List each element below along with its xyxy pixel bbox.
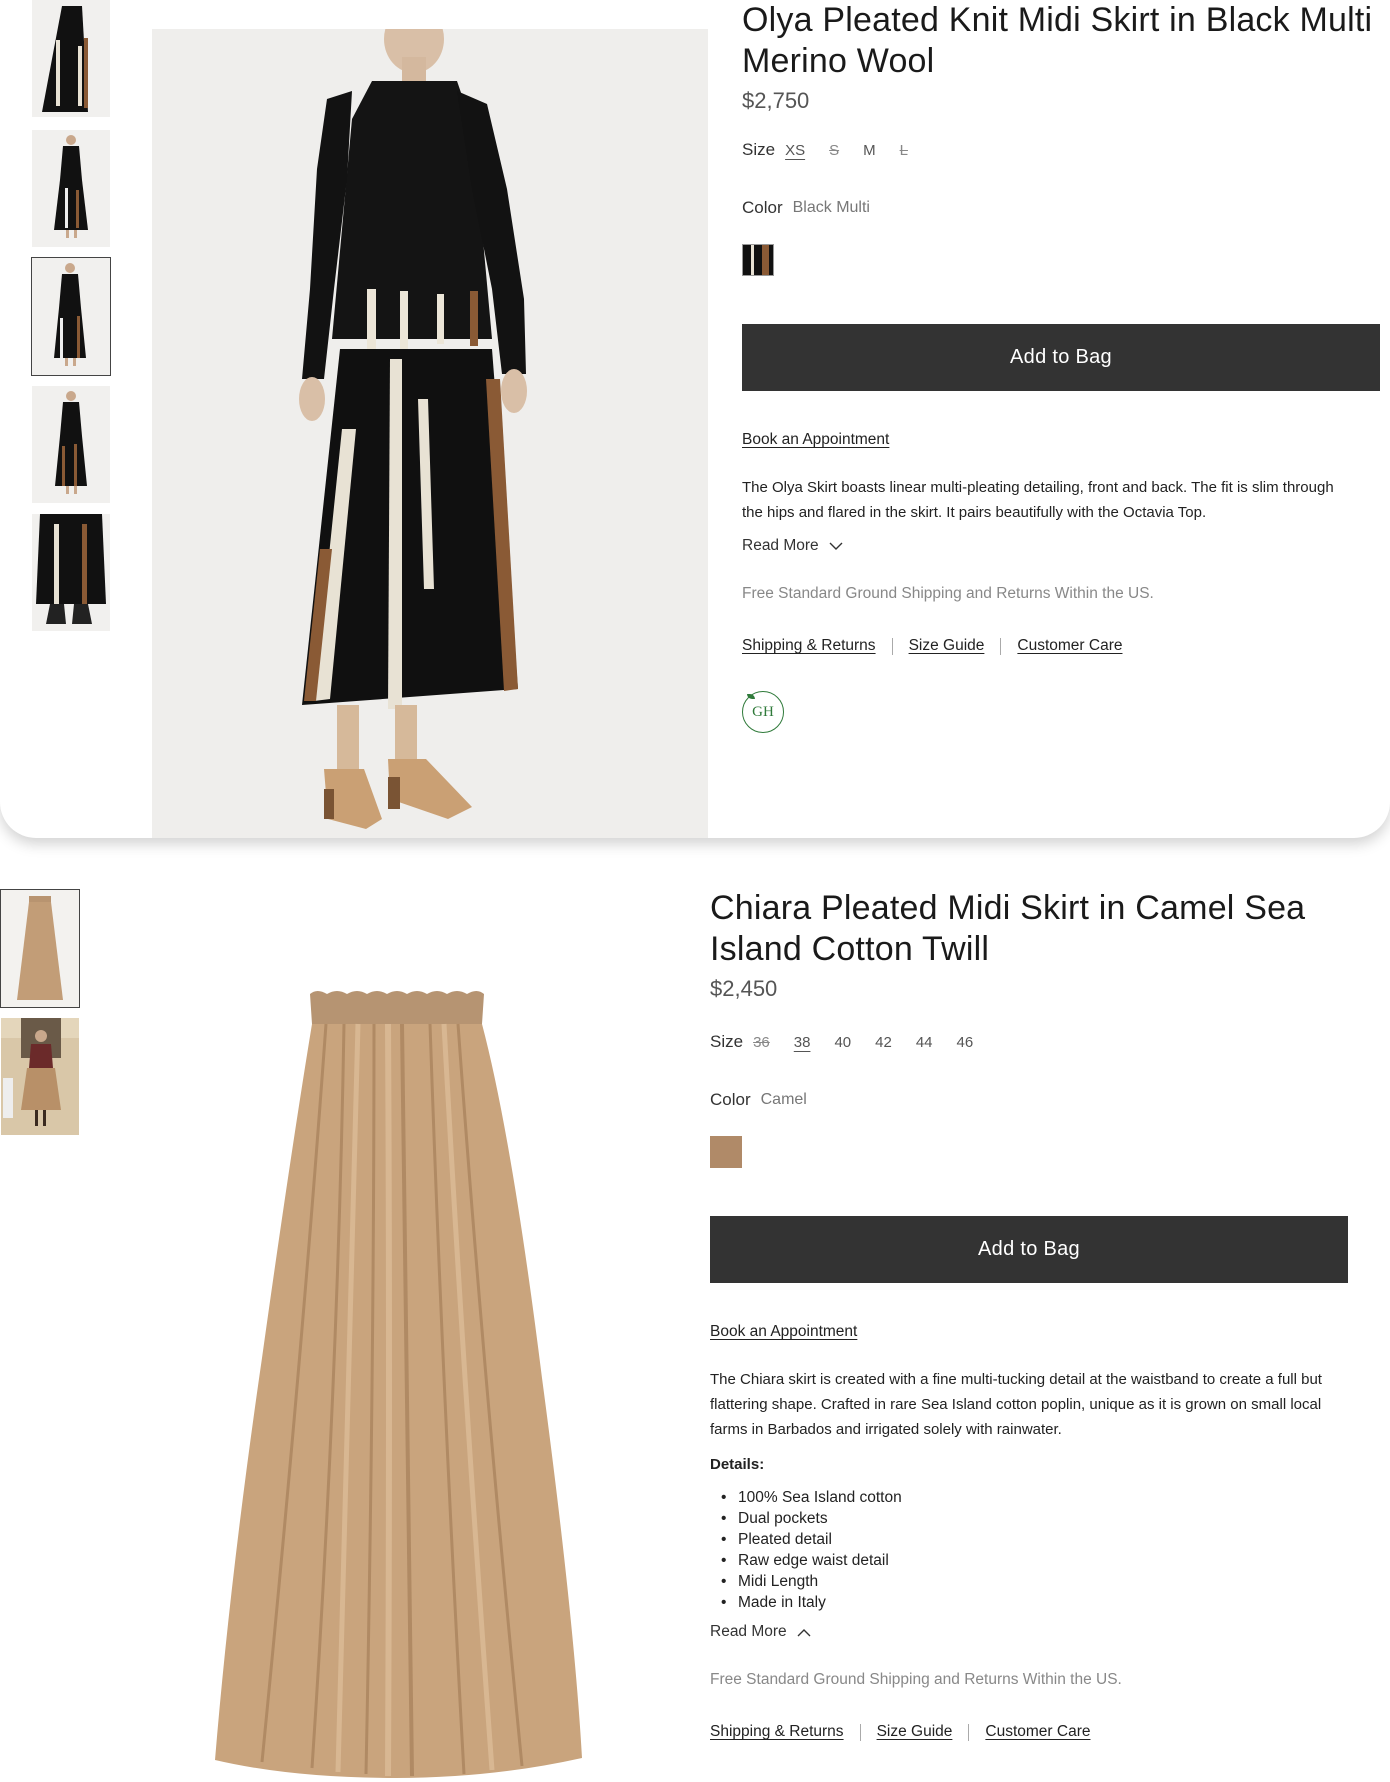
- add-to-bag-button[interactable]: Add to Bag: [742, 324, 1380, 391]
- leaf-icon: [747, 694, 755, 699]
- thumbnail-1[interactable]: [32, 0, 110, 117]
- size-option-46[interactable]: 46: [957, 1034, 974, 1051]
- product-info-1: Olya Pleated Knit Midi Skirt in Black Mu…: [742, 0, 1382, 733]
- size-option-m[interactable]: M: [863, 142, 876, 159]
- info-links: Shipping & Returns Size Guide Customer C…: [742, 637, 1382, 655]
- size-selector: Size XS S M L: [742, 140, 1382, 160]
- product-price: $2,750: [742, 88, 810, 113]
- badge-text: GH: [752, 703, 774, 720]
- size-selector: Size 36 38 40 42 44 46: [710, 1032, 1382, 1052]
- book-appointment-link[interactable]: Book an Appointment: [710, 1323, 857, 1340]
- list-item: Midi Length: [710, 1571, 1382, 1592]
- product-panel-chiara: Chiara Pleated Midi Skirt in Camel Sea I…: [0, 858, 1390, 1782]
- product-title: Chiara Pleated Midi Skirt in Camel Sea I…: [710, 889, 1306, 968]
- color-value: Black Multi: [792, 199, 870, 216]
- read-more-toggle[interactable]: Read More: [742, 537, 1382, 555]
- color-label: Color: [742, 198, 783, 217]
- color-value: Camel: [760, 1091, 807, 1108]
- size-label: Size: [710, 1032, 744, 1051]
- size-label: Size: [742, 140, 776, 159]
- shipping-returns-link[interactable]: Shipping & Returns: [742, 637, 876, 655]
- color-row: Color Black Multi: [742, 198, 1382, 218]
- size-option-xs[interactable]: XS: [785, 142, 805, 159]
- size-option-s[interactable]: S: [829, 142, 839, 159]
- size-option-42[interactable]: 42: [875, 1034, 892, 1051]
- customer-care-link[interactable]: Customer Care: [1017, 637, 1122, 655]
- book-appointment-link[interactable]: Book an Appointment: [742, 431, 889, 448]
- product-info-2: Chiara Pleated Midi Skirt in Camel Sea I…: [710, 888, 1382, 1741]
- link-divider: [891, 637, 893, 655]
- shipping-returns-link[interactable]: Shipping & Returns: [710, 1723, 844, 1741]
- list-item: Dual pockets: [710, 1508, 1382, 1529]
- size-guide-link[interactable]: Size Guide: [877, 1723, 953, 1741]
- product-description: The Chiara skirt is created with a fine …: [710, 1371, 1322, 1438]
- product-price: $2,450: [710, 976, 778, 1001]
- add-to-bag-button[interactable]: Add to Bag: [710, 1216, 1348, 1283]
- details-list: 100% Sea Island cotton Dual pockets Plea…: [710, 1487, 1382, 1613]
- size-option-40[interactable]: 40: [834, 1034, 851, 1051]
- link-divider: [1000, 637, 1002, 655]
- link-divider: [859, 1723, 861, 1741]
- size-option-36[interactable]: 36: [753, 1034, 770, 1051]
- color-swatch-camel[interactable]: [710, 1136, 742, 1168]
- product-description: The Olya Skirt boasts linear multi-pleat…: [742, 479, 1334, 521]
- read-more-toggle[interactable]: Read More: [710, 1623, 1382, 1641]
- details-heading: Details:: [710, 1456, 765, 1473]
- chevron-up-icon: [797, 1624, 811, 1640]
- thumbnail-2[interactable]: [1, 1018, 79, 1135]
- main-product-image: [152, 29, 708, 838]
- product-title: Olya Pleated Knit Midi Skirt in Black Mu…: [742, 1, 1373, 80]
- thumbnail-5[interactable]: [32, 514, 110, 631]
- read-more-label: Read More: [710, 1623, 787, 1640]
- customer-care-link[interactable]: Customer Care: [985, 1723, 1090, 1741]
- read-more-label: Read More: [742, 537, 819, 554]
- info-links: Shipping & Returns Size Guide Customer C…: [710, 1723, 1382, 1741]
- list-item: Raw edge waist detail: [710, 1550, 1382, 1571]
- shipping-note: Free Standard Ground Shipping and Return…: [710, 1671, 1122, 1688]
- link-divider: [968, 1723, 970, 1741]
- thumbnail-4[interactable]: [32, 386, 110, 503]
- size-option-44[interactable]: 44: [916, 1034, 933, 1051]
- product-panel-olya: Olya Pleated Knit Midi Skirt in Black Mu…: [0, 0, 1390, 838]
- list-item: Pleated detail: [710, 1529, 1382, 1550]
- color-row: Color Camel: [710, 1090, 1382, 1110]
- color-label: Color: [710, 1090, 751, 1109]
- list-item: 100% Sea Island cotton: [710, 1487, 1382, 1508]
- size-option-38[interactable]: 38: [794, 1034, 811, 1051]
- list-item: Made in Italy: [710, 1592, 1382, 1613]
- thumbnail-1[interactable]: [0, 889, 80, 1008]
- shipping-note: Free Standard Ground Shipping and Return…: [742, 585, 1154, 602]
- color-swatch-black-multi[interactable]: [742, 244, 774, 276]
- thumbnail-2[interactable]: [32, 130, 110, 247]
- sustainability-badge[interactable]: GH: [742, 691, 784, 733]
- thumbnail-3[interactable]: [31, 257, 111, 376]
- chevron-down-icon: [829, 538, 843, 554]
- main-product-image: [112, 878, 676, 1782]
- size-guide-link[interactable]: Size Guide: [909, 637, 985, 655]
- size-option-l[interactable]: L: [900, 142, 908, 159]
